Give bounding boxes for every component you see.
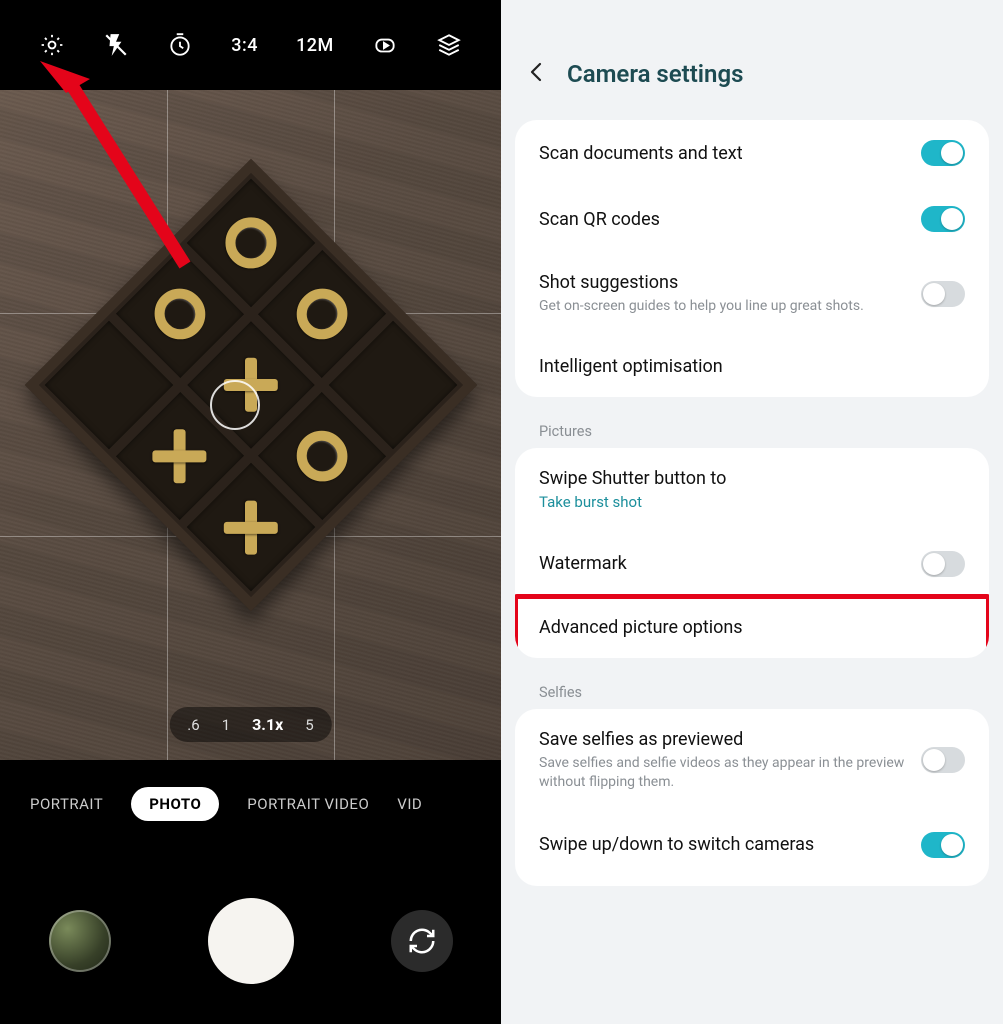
row-label: Swipe up/down to switch cameras [539, 834, 921, 855]
mode-video[interactable]: VID [397, 795, 422, 813]
row-save-selfies-previewed[interactable]: Save selfies as previewed Save selfies a… [515, 709, 989, 812]
section-label-selfies: Selfies [501, 670, 1003, 709]
camera-mode-selector[interactable]: PORTRAIT PHOTO PORTRAIT VIDEO VID [0, 776, 501, 832]
row-label: Scan documents and text [539, 143, 921, 164]
row-label: Swipe Shutter button to [539, 468, 965, 489]
resolution-button[interactable]: 12M [296, 35, 334, 56]
flash-off-icon[interactable] [103, 32, 129, 58]
gallery-thumbnail[interactable] [49, 910, 111, 972]
row-label: Shot suggestions [539, 272, 921, 293]
row-label: Advanced picture options [539, 617, 965, 638]
focus-ring-icon [210, 380, 260, 430]
mode-portrait[interactable]: PORTRAIT [30, 795, 103, 813]
zoom-option-active[interactable]: 3.1x [252, 715, 283, 734]
gear-icon[interactable] [39, 32, 65, 58]
row-shot-suggestions[interactable]: Shot suggestions Get on-screen guides to… [515, 252, 989, 336]
toggle-shot-suggestions[interactable] [921, 281, 965, 307]
camera-settings-screen: Camera settings Scan documents and text … [501, 0, 1003, 1024]
settings-header: Camera settings [501, 0, 1003, 120]
camera-viewfinder[interactable]: .6 1 3.1x 5 [0, 90, 501, 760]
zoom-option[interactable]: .6 [187, 716, 199, 734]
row-advanced-picture-options[interactable]: Advanced picture options [515, 597, 989, 658]
switch-camera-button[interactable] [391, 910, 453, 972]
zoom-selector[interactable]: .6 1 3.1x 5 [169, 707, 331, 742]
row-subtitle: Save selfies and selfie videos as they a… [539, 754, 921, 792]
zoom-option[interactable]: 5 [305, 716, 313, 734]
row-scan-qr[interactable]: Scan QR codes [515, 186, 989, 252]
row-swipe-switch-cameras[interactable]: Swipe up/down to switch cameras [515, 812, 989, 886]
mode-photo[interactable]: PHOTO [131, 787, 219, 821]
row-scan-documents[interactable]: Scan documents and text [515, 120, 989, 186]
settings-group-main: Scan documents and text Scan QR codes Sh… [515, 120, 989, 397]
row-subtitle: Get on-screen guides to help you line up… [539, 297, 921, 316]
row-intelligent-optimisation[interactable]: Intelligent optimisation [515, 336, 989, 397]
aspect-ratio-button[interactable]: 3:4 [231, 35, 258, 56]
timer-icon[interactable] [167, 32, 193, 58]
toggle-scan-documents[interactable] [921, 140, 965, 166]
settings-group-selfies: Save selfies as previewed Save selfies a… [515, 709, 989, 886]
shutter-button[interactable] [208, 898, 294, 984]
section-label-pictures: Pictures [501, 409, 1003, 448]
toggle-selfie-preview[interactable] [921, 747, 965, 773]
row-label: Scan QR codes [539, 209, 921, 230]
zoom-option[interactable]: 1 [222, 716, 230, 734]
row-label: Watermark [539, 553, 921, 574]
camera-bottom-bar [0, 898, 501, 984]
row-label: Intelligent optimisation [539, 356, 965, 377]
page-title: Camera settings [567, 60, 743, 88]
settings-group-pictures: Swipe Shutter button to Take burst shot … [515, 448, 989, 658]
filters-icon[interactable] [436, 32, 462, 58]
row-value: Take burst shot [539, 493, 965, 511]
camera-top-toolbar: 3:4 12M [0, 0, 501, 90]
camera-app: 3:4 12M [0, 0, 501, 1024]
mode-portrait-video[interactable]: PORTRAIT VIDEO [247, 795, 369, 813]
toggle-scan-qr[interactable] [921, 206, 965, 232]
motion-photo-icon[interactable] [372, 32, 398, 58]
toggle-swipe-switch[interactable] [921, 832, 965, 858]
row-swipe-shutter[interactable]: Swipe Shutter button to Take burst shot [515, 448, 989, 531]
row-label: Save selfies as previewed [539, 729, 921, 750]
toggle-watermark[interactable] [921, 551, 965, 577]
back-icon[interactable] [525, 60, 549, 88]
row-watermark[interactable]: Watermark [515, 531, 989, 597]
